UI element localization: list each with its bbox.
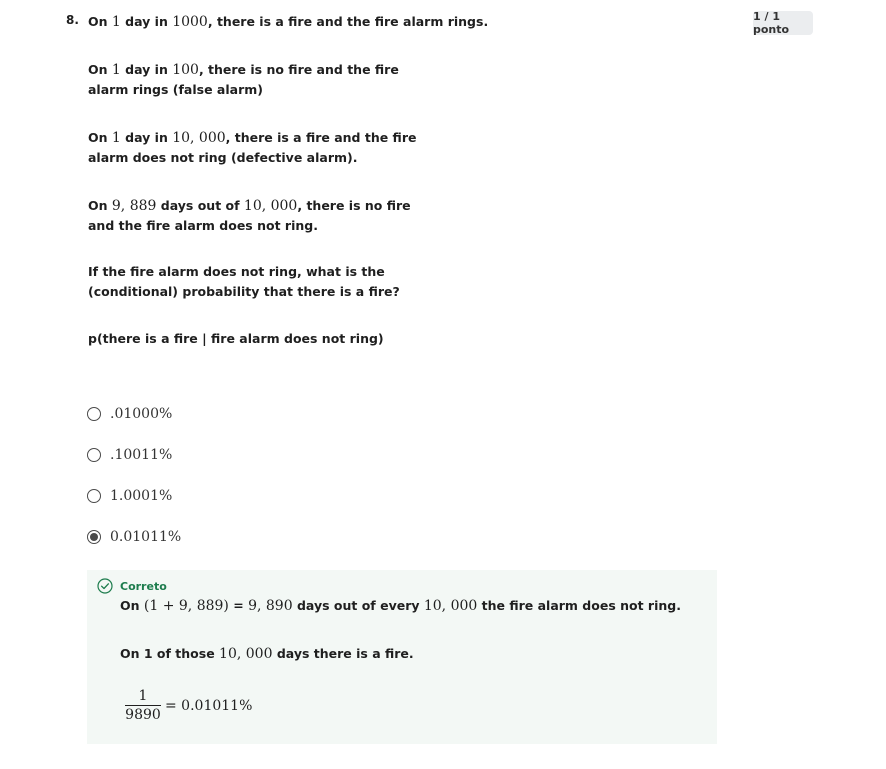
radio-button[interactable] [87, 530, 101, 544]
option-label: 1.0001% [110, 488, 173, 504]
prompt-paragraph-2: On 1 day in 100, there is no fire and th… [88, 60, 433, 100]
math-expression: 1 [111, 14, 121, 30]
math-expression: 10, 000 [219, 646, 273, 662]
answer-option[interactable]: 0.01011% [87, 525, 181, 549]
radio-button[interactable] [87, 407, 101, 421]
text-segment: If the fire alarm does not ring, what is… [88, 264, 400, 299]
text-segment: On [88, 198, 112, 213]
prompt-question: If the fire alarm does not ring, what is… [88, 262, 433, 302]
fraction: 1 9890 [125, 687, 161, 724]
text-segment: On [88, 130, 112, 145]
math-expression: 10, 000 [172, 130, 226, 146]
text-segment: On 1 of those [120, 646, 220, 661]
check-circle-icon [97, 578, 113, 594]
text-segment: day in [120, 130, 173, 145]
text-segment: = [228, 598, 249, 613]
math-expression: 1000 [172, 14, 208, 30]
text-segment: days out of [156, 198, 244, 213]
prompt-paragraph-3: On 1 day in 10, 000, there is a fire and… [88, 128, 433, 168]
feedback-panel: Correto On (1 + 9, 889) = 9, 890 days ou… [87, 570, 717, 744]
text-segment: day in [120, 14, 173, 29]
feedback-status: Correto [97, 578, 167, 594]
text-segment: days there is a fire. [272, 646, 414, 661]
feedback-status-label: Correto [120, 579, 167, 593]
text-segment: days out of every [292, 598, 424, 613]
feedback-explanation-1: On (1 + 9, 889) = 9, 890 days out of eve… [120, 596, 710, 616]
prompt-paragraph-4: On 9, 889 days out of 10, 000, there is … [88, 196, 433, 236]
math-expression: 10, 000 [243, 198, 298, 214]
radio-button[interactable] [87, 489, 101, 503]
option-label: .10011% [110, 447, 173, 463]
score-badge: 1 / 1 ponto [753, 10, 813, 36]
text-segment: , there is a fire and the fire alarm rin… [207, 14, 489, 29]
question-number: 8. [66, 13, 79, 27]
answer-option[interactable]: .10011% [87, 443, 172, 467]
fraction-denominator: 9890 [125, 707, 161, 723]
answer-option[interactable]: 1.0001% [87, 484, 172, 508]
text-segment: day in [120, 62, 173, 77]
math-expression: 9, 890 [248, 598, 293, 614]
math-expression: 10, 000 [423, 598, 478, 614]
answer-option[interactable]: .01000% [87, 402, 172, 426]
text-segment: On [88, 14, 112, 29]
option-label: .01000% [110, 406, 173, 422]
text-segment: the fire alarm does not ring. [477, 598, 681, 613]
text-segment: On [88, 62, 112, 77]
fraction-result: = 0.01011% [165, 698, 253, 714]
math-expression: 1 [111, 62, 121, 78]
math-expression: (1 + 9, 889) [143, 598, 229, 614]
text-segment: p(there is a fire | fire alarm does not … [88, 331, 384, 346]
feedback-explanation-2: On 1 of those 10, 000 days there is a fi… [120, 644, 710, 664]
math-expression: 9, 889 [111, 198, 157, 214]
math-expression: 100 [172, 62, 199, 78]
math-expression: 1 [111, 130, 121, 146]
option-label: 0.01011% [110, 529, 182, 545]
radio-selected-dot [90, 533, 98, 541]
prompt-probability-expression: p(there is a fire | fire alarm does not … [88, 329, 384, 349]
radio-button[interactable] [87, 448, 101, 462]
prompt-paragraph-1: On 1 day in 1000, there is a fire and th… [88, 12, 488, 32]
fraction-numerator: 1 [138, 688, 148, 704]
text-segment: On [120, 598, 144, 613]
